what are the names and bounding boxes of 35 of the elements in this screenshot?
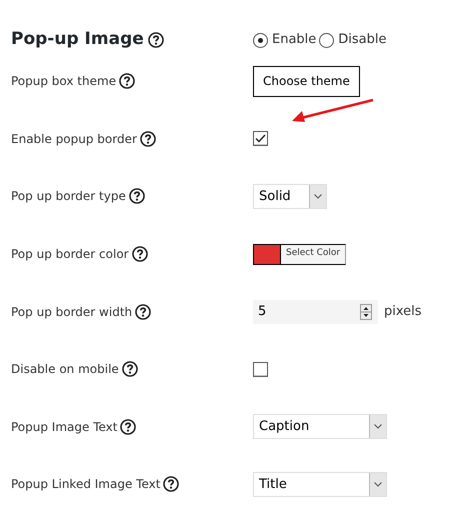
radio-button[interactable] xyxy=(253,32,268,48)
checkbox[interactable] xyxy=(253,362,268,377)
dropdown[interactable]: Solid xyxy=(253,184,327,209)
field-label: Pop up border type xyxy=(11,188,126,206)
help-icon[interactable] xyxy=(128,188,145,204)
spinner-icon[interactable] xyxy=(360,304,372,320)
help-icon[interactable] xyxy=(120,418,136,435)
field-label: Popup box theme xyxy=(11,73,116,90)
choose-theme-button[interactable]: Choose theme xyxy=(253,66,360,97)
radio-option[interactable]: Enable xyxy=(253,30,316,50)
caret-icon xyxy=(374,482,382,487)
field-label: Disable on mobile xyxy=(11,361,119,378)
field-label: Popup Linked Image Text xyxy=(11,476,160,494)
section-title: Pop-up Image xyxy=(11,28,144,52)
color-picker-button[interactable]: Select Color xyxy=(253,244,346,265)
field-label: Enable popup border xyxy=(11,130,137,148)
number-field[interactable]: 5 xyxy=(253,300,378,324)
field-label: Popup Image Text xyxy=(11,418,118,436)
help-icon[interactable] xyxy=(135,304,152,320)
help-icon[interactable] xyxy=(163,476,180,492)
help-icon[interactable] xyxy=(148,32,164,48)
unit-label: pixels xyxy=(384,302,422,321)
field-label: Pop up border width xyxy=(11,304,132,321)
checkbox[interactable] xyxy=(253,131,268,146)
help-icon[interactable] xyxy=(122,361,138,378)
caret-icon xyxy=(314,194,322,199)
radio-option[interactable]: Disable xyxy=(319,30,387,50)
dropdown[interactable]: Title xyxy=(253,472,387,497)
field-label: Pop up border color xyxy=(11,246,129,264)
help-icon[interactable] xyxy=(119,73,136,90)
help-icon[interactable] xyxy=(140,130,156,147)
dropdown[interactable]: Caption xyxy=(253,414,387,440)
caret-icon xyxy=(374,424,382,430)
help-icon[interactable] xyxy=(132,246,148,262)
radio-button[interactable] xyxy=(319,32,334,48)
